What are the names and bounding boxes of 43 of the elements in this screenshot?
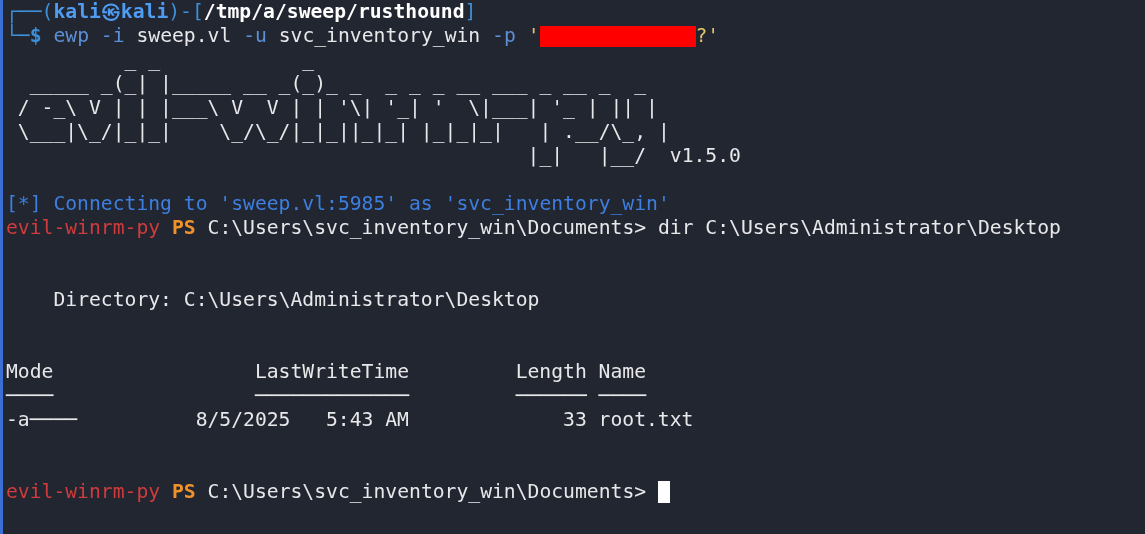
ps-label: PS xyxy=(171,216,196,240)
quoted-text: ' xyxy=(527,24,540,48)
header-underline: ───────────── xyxy=(254,384,409,408)
prompt-user: kali㉿kali xyxy=(53,0,169,24)
prompt-path: /tmp/a/sweep/rusthound xyxy=(203,0,465,24)
prompt-path: C:\Users\svc_inventory_win\Documents> xyxy=(207,216,647,240)
prompt-frame: ┌──( xyxy=(6,0,54,24)
option-label: -i xyxy=(100,24,125,48)
header-underline: ──── xyxy=(6,384,54,408)
command-text: dir C:\Users\Administrator\Desktop xyxy=(657,216,1061,240)
shell-name: evil-winrm-py xyxy=(6,480,161,504)
header-underline: ────── xyxy=(515,384,587,408)
quoted-text: ?' xyxy=(695,24,720,48)
directory-path: C:\Users\Administrator\Desktop xyxy=(183,288,540,312)
table-cell: root.txt xyxy=(598,408,694,432)
shell-name: evil-winrm-py xyxy=(6,216,161,240)
command-argument: sweep.vl xyxy=(136,24,232,48)
prompt-frame: ] xyxy=(464,0,477,24)
directory-label: Directory: xyxy=(53,288,172,312)
option-label: -p xyxy=(492,24,516,48)
ascii-art-line: \___|\_/|_|_| \_/\_/|_|_||_|_| |_|_|_| | .__/\_, | xyxy=(16,120,670,144)
ps-label: PS xyxy=(171,480,196,504)
column-header: Length xyxy=(515,360,587,384)
ascii-art-line: _ _ _ xyxy=(123,48,315,72)
prompt-frame: └─ xyxy=(6,24,30,48)
table-cell: 33 xyxy=(563,408,587,432)
version-label: v1.5.0 xyxy=(669,144,741,168)
column-header: LastWriteTime xyxy=(254,360,409,384)
column-header: Mode xyxy=(6,360,54,384)
command-name: ewp xyxy=(53,24,89,48)
ascii-art-line: / -_\ V | | |___\ V V | | '\| '_| ' \|___| '_ | || | xyxy=(16,96,658,120)
status-message: [*] Connecting to 'sweep.vl:5985' as 'svc_inventory_win' xyxy=(6,192,670,216)
prompt-path: C:\Users\svc_inventory_win\Documents> xyxy=(207,480,647,504)
table-cell: -a──── xyxy=(6,408,78,432)
ascii-art-line: _____ _(_| |_____ __ _(_)_ _ _ _ _ __ ___ _ __ _ _ xyxy=(28,72,647,96)
option-label: -u xyxy=(243,24,267,48)
ascii-art-line: |_| |__/ xyxy=(526,144,647,168)
column-header: Name xyxy=(598,360,647,384)
prompt-symbol: $ xyxy=(29,24,42,48)
header-underline: ──── xyxy=(598,384,647,408)
prompt-frame: )-[ xyxy=(168,0,204,24)
command-argument: svc_inventory_win xyxy=(278,24,481,48)
table-cell: 8/5/2025 5:43 AM xyxy=(195,408,409,432)
